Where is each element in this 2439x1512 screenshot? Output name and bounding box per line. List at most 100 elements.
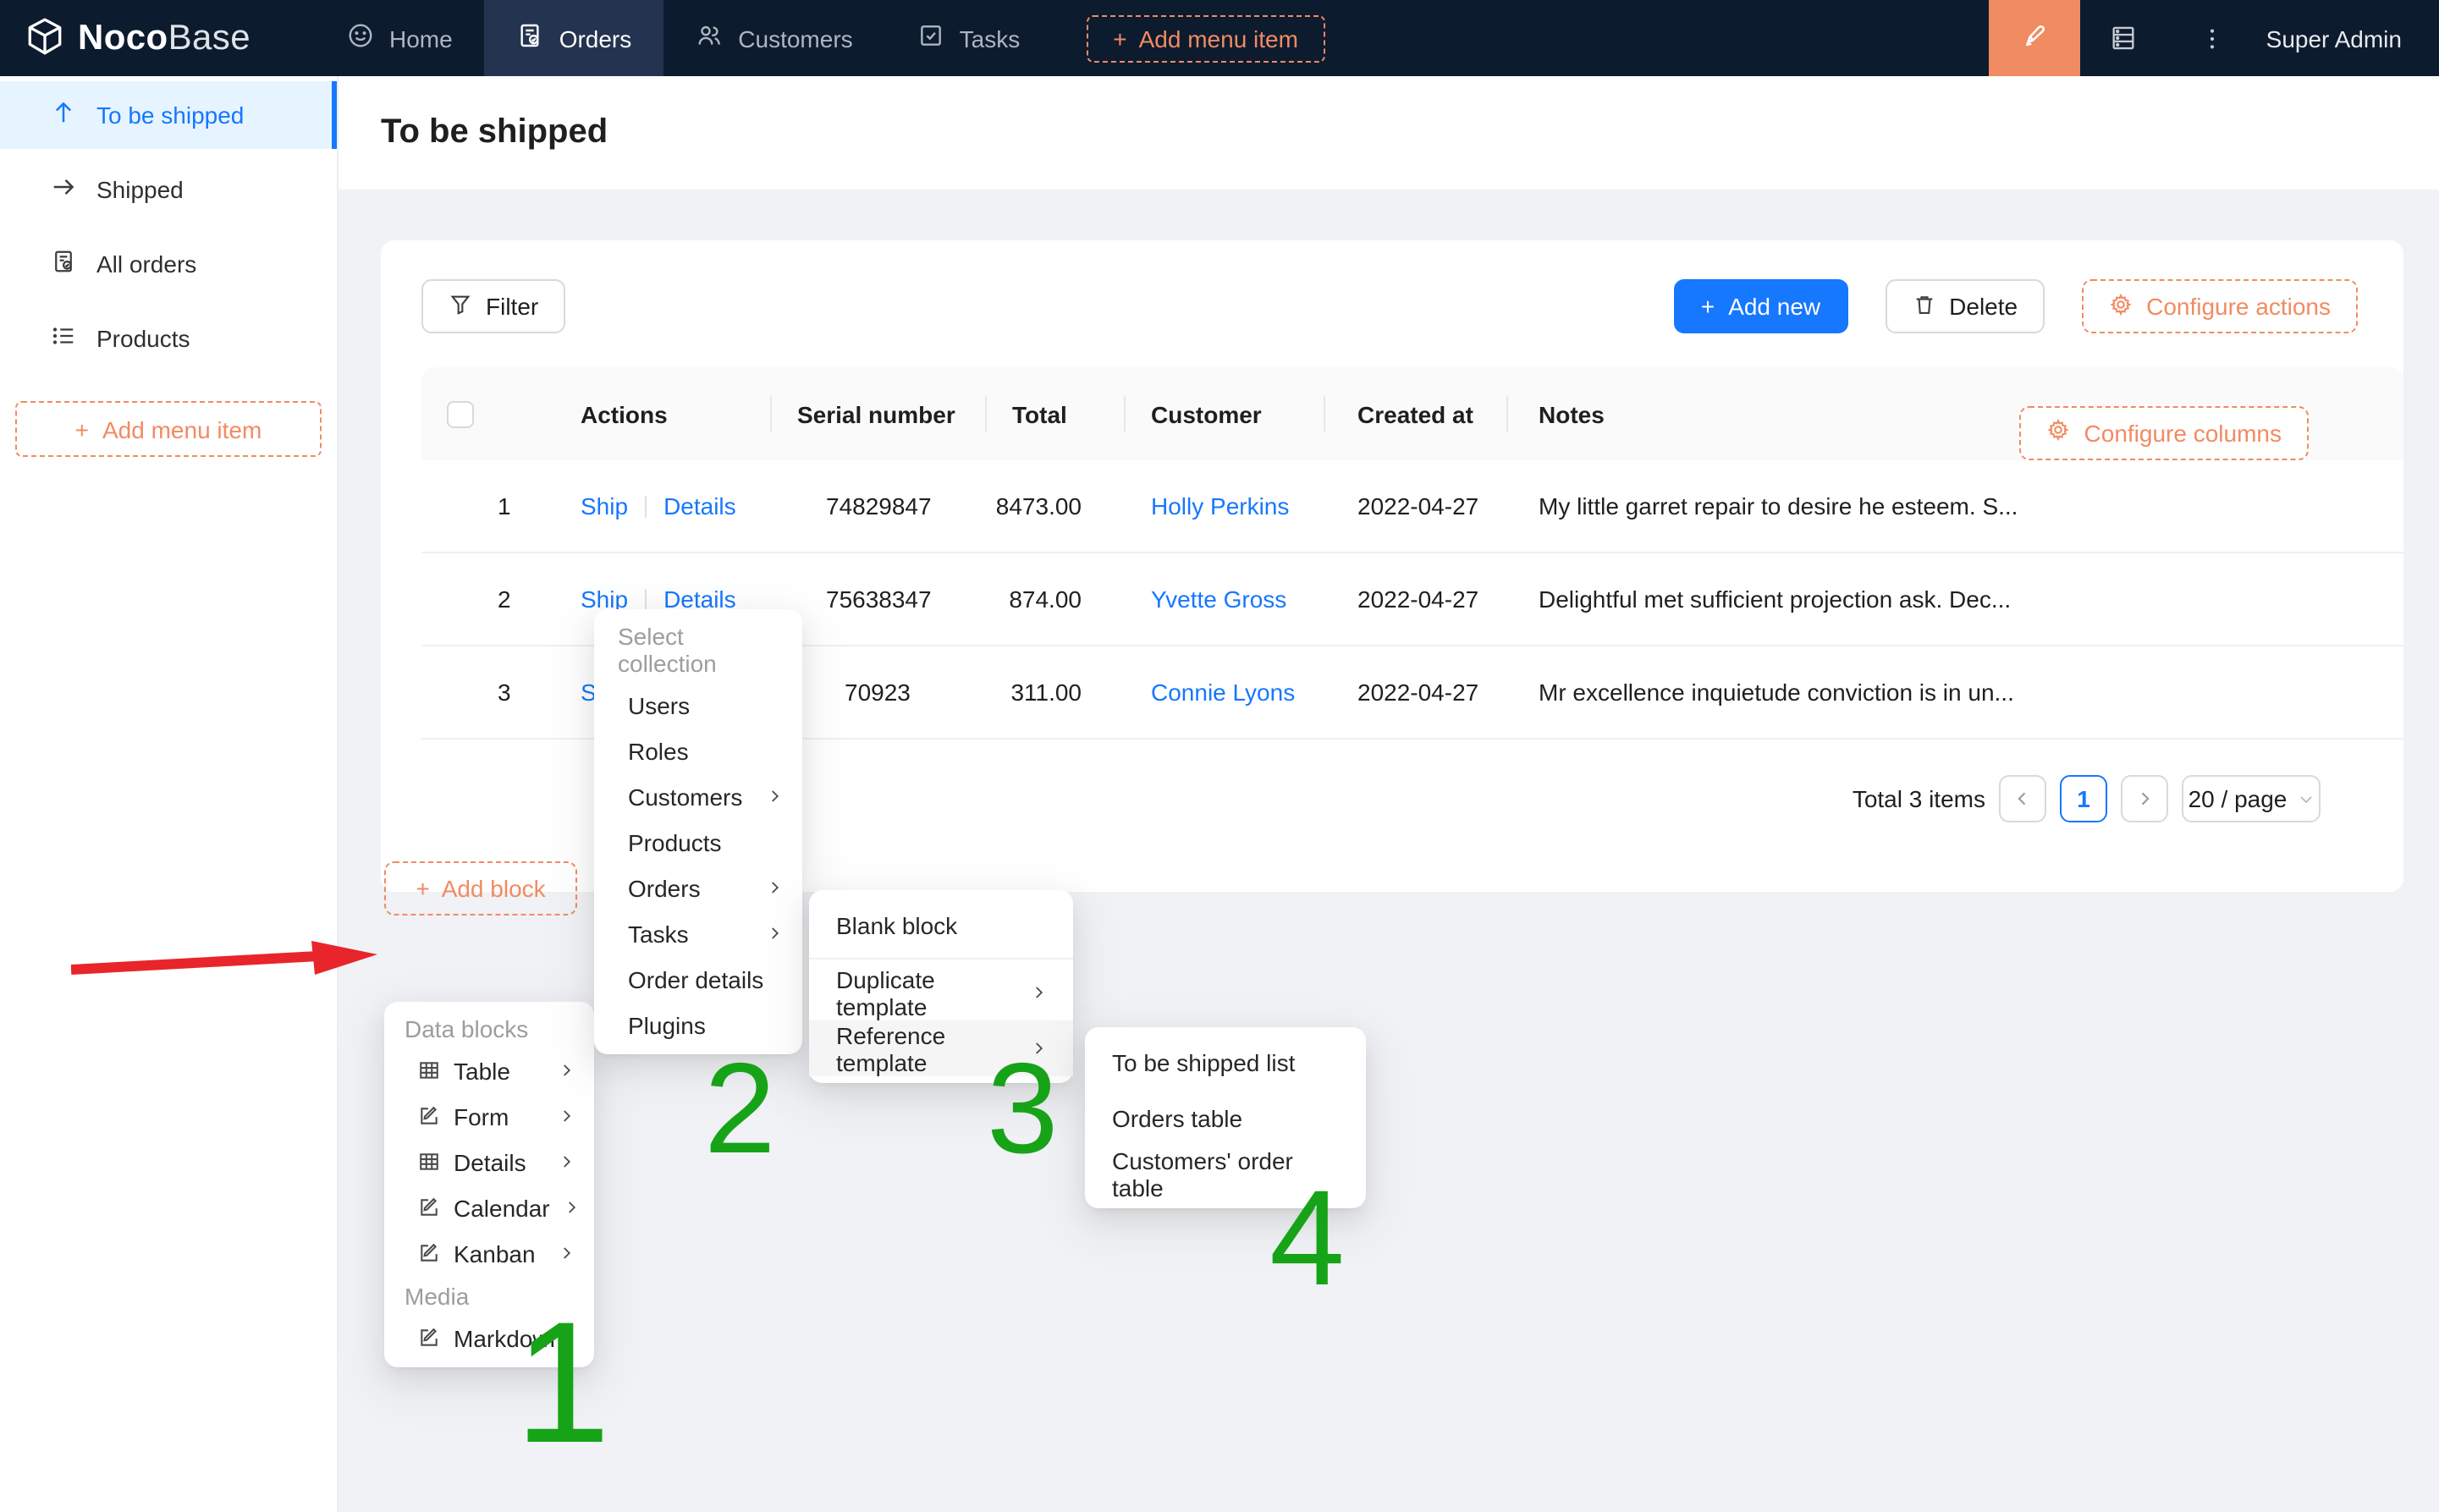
total-cell: 8473.00 (987, 492, 1126, 520)
add-new-label: Add new (1728, 293, 1820, 320)
configure-columns-button[interactable]: Configure columns (2020, 405, 2309, 459)
delete-label: Delete (1949, 293, 2018, 320)
created-cell: 2022-04-27 (1325, 586, 1508, 613)
current-user[interactable]: Super Admin (2256, 25, 2439, 52)
total-cell: 874.00 (987, 586, 1126, 613)
annotation-step-2: 2 (704, 1046, 776, 1174)
nocobase-logo[interactable]: NocoBase (0, 14, 278, 62)
menu-item-order-details[interactable]: Order details (601, 956, 796, 1002)
column-header-customer[interactable]: Customer (1126, 367, 1325, 460)
notes-cell: Delightful met sufficient projection ask… (1508, 586, 2403, 613)
pagination-total: Total 3 items (1853, 785, 1985, 812)
configure-actions-button[interactable]: Configure actions (2082, 279, 2358, 333)
add-new-button[interactable]: + Add new (1674, 279, 1847, 333)
menu-item-roles[interactable]: Roles (601, 728, 796, 773)
sidebar-item-all-orders[interactable]: All orders (0, 230, 337, 298)
pagination-page-1[interactable]: 1 (2060, 775, 2107, 822)
menu-group-label: Data blocks (391, 1009, 587, 1047)
add-menu-item-label: Add menu item (1139, 25, 1298, 52)
chevron-down-icon (2299, 791, 2314, 806)
nav-label: Orders (559, 25, 632, 52)
check-square-icon (917, 22, 944, 54)
chevron-right-icon (767, 926, 782, 941)
chevron-right-icon (767, 789, 782, 804)
sidebar-label: Products (96, 325, 190, 352)
cube-logo-icon (24, 14, 66, 62)
menu-item-form[interactable]: Form (391, 1093, 587, 1139)
ui-editor-button[interactable] (1989, 0, 2080, 76)
filter-icon (449, 292, 472, 321)
nav-item-orders[interactable]: Orders (485, 0, 664, 76)
menu-item-to-be-shipped-list[interactable]: To be shipped list (1085, 1034, 1366, 1090)
serial-cell: 74829847 (772, 492, 987, 520)
chevron-right-icon (559, 1063, 574, 1078)
menu-item-orders-table[interactable]: Orders table (1085, 1090, 1366, 1146)
app-window: NocoBase Home Orders Customers Tasks (0, 0, 2439, 1512)
page-header: To be shipped (339, 76, 2439, 190)
ship-link[interactable]: Ship (581, 492, 628, 520)
navbar-right: Super Admin (1989, 0, 2439, 76)
plus-icon: + (1113, 25, 1126, 52)
customer-link[interactable]: Holly Perkins (1151, 492, 1289, 520)
configure-actions-label: Configure actions (2146, 293, 2331, 320)
sidebar-label: Shipped (96, 176, 184, 203)
row-index: 1 (498, 492, 557, 520)
menu-divider (809, 958, 1073, 959)
add-menu-item-label: Add menu item (102, 415, 262, 443)
plus-icon: + (1701, 293, 1715, 320)
sidebar-add-menu-item-button[interactable]: + Add menu item (15, 401, 322, 457)
form-icon (418, 1242, 440, 1264)
action-divider (645, 496, 647, 518)
delete-button[interactable]: Delete (1885, 279, 2045, 333)
select-all-checkbox[interactable] (446, 400, 473, 427)
column-header-created[interactable]: Created at (1325, 367, 1508, 460)
column-header-actions[interactable]: Actions (557, 367, 772, 460)
sidebar-item-to-be-shipped[interactable]: To be shipped (0, 81, 337, 149)
people-icon (696, 22, 723, 54)
notes-cell: Mr excellence inquietude conviction is i… (1508, 679, 2403, 706)
menu-item-calendar[interactable]: Calendar (391, 1185, 587, 1230)
filter-button[interactable]: Filter (421, 279, 565, 333)
menu-item-kanban[interactable]: Kanban (391, 1230, 587, 1276)
created-cell: 2022-04-27 (1325, 679, 1508, 706)
menu-item-orders[interactable]: Orders (601, 865, 796, 910)
menu-item-details[interactable]: Details (391, 1139, 587, 1185)
sidebar-item-shipped[interactable]: Shipped (0, 156, 337, 223)
pagination-next-button[interactable] (2121, 775, 2168, 822)
menu-item-products[interactable]: Products (601, 819, 796, 865)
sidebar-item-products[interactable]: Products (0, 305, 337, 372)
menu-item-customers[interactable]: Customers (601, 773, 796, 819)
details-link[interactable]: Details (663, 492, 736, 520)
navbar-add-menu-item-button[interactable]: + Add menu item (1086, 14, 1325, 62)
menu-item-table[interactable]: Table (391, 1047, 587, 1093)
menu-item-blank-block[interactable]: Blank block (809, 897, 1073, 953)
form-icon (418, 1327, 440, 1349)
add-block-button[interactable]: + Add block (384, 861, 577, 915)
annotation-step-4: 4 (1269, 1171, 1345, 1306)
created-cell: 2022-04-27 (1325, 492, 1508, 520)
notes-cell: My little garret repair to desire he est… (1508, 492, 2403, 520)
nav-item-customers[interactable]: Customers (663, 0, 884, 76)
arrow-right-icon (51, 174, 76, 205)
page-size-select[interactable]: 20 / page (2182, 775, 2321, 822)
plus-icon: + (75, 415, 89, 443)
column-header-total[interactable]: Total (987, 367, 1126, 460)
collections-manager-icon[interactable] (2080, 0, 2168, 76)
kebab-menu-icon[interactable] (2168, 0, 2256, 76)
column-header-serial[interactable]: Serial number (772, 367, 987, 460)
menu-item-tasks[interactable]: Tasks (601, 910, 796, 956)
filter-label: Filter (486, 293, 538, 320)
customer-link[interactable]: Yvette Gross (1151, 586, 1286, 613)
pagination-prev-button[interactable] (1999, 775, 2046, 822)
menu-item-duplicate-template[interactable]: Duplicate template (809, 965, 1073, 1020)
nav-item-tasks[interactable]: Tasks (885, 0, 1053, 76)
highlighter-icon (2019, 20, 2050, 56)
row-index: 3 (498, 679, 557, 706)
nav-item-home[interactable]: Home (315, 0, 485, 76)
order-file-icon (517, 22, 544, 54)
list-icon (51, 323, 76, 354)
row-index: 2 (498, 586, 557, 613)
menu-item-users[interactable]: Users (601, 682, 796, 728)
customer-link[interactable]: Connie Lyons (1151, 679, 1295, 706)
add-block-label: Add block (442, 875, 546, 902)
